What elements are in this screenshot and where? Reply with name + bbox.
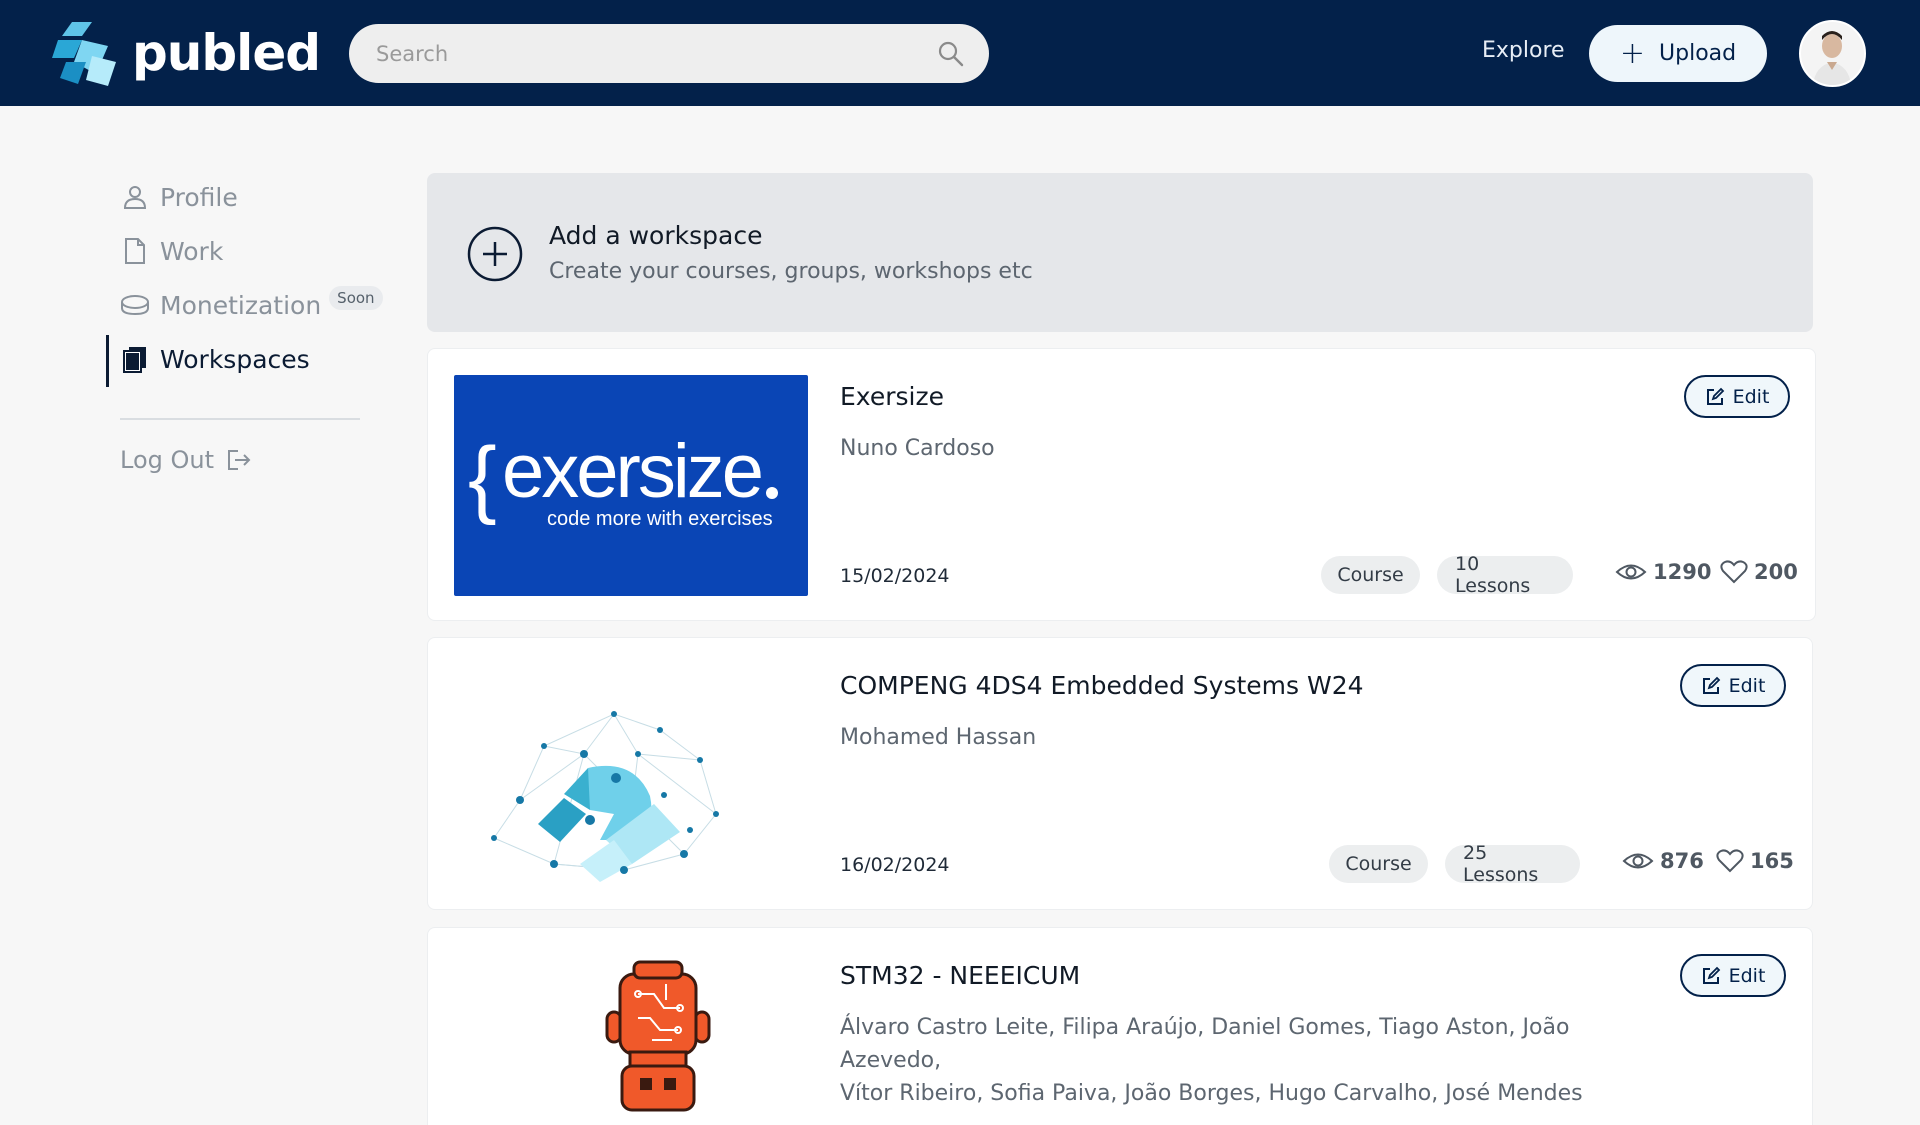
- coins-icon: [120, 290, 150, 320]
- document-icon: [120, 236, 150, 266]
- top-nav-bar: publed Explore + Upload: [0, 0, 1920, 106]
- user-avatar[interactable]: [1799, 20, 1866, 87]
- exersize-wordmark: exersize: [502, 429, 761, 514]
- views-count: 1290: [1615, 560, 1711, 584]
- edit-button-label: Edit: [1728, 964, 1766, 987]
- avatar-portrait-icon: [1801, 22, 1864, 85]
- type-badge: Course: [1329, 845, 1428, 883]
- edit-icon: [1702, 676, 1720, 694]
- author-line: Álvaro Castro Leite, Filipa Araújo, Dani…: [840, 1015, 1570, 1073]
- add-circle-icon: [467, 226, 523, 282]
- sidebar-divider: [120, 418, 360, 420]
- sidebar-item-workspaces[interactable]: Workspaces: [120, 344, 310, 374]
- views-count: 876: [1622, 849, 1704, 873]
- workspace-author: Mohamed Hassan: [840, 725, 1037, 750]
- workspace-author: Álvaro Castro Leite, Filipa Araújo, Dani…: [840, 1011, 1640, 1110]
- publed-logo[interactable]: publed: [52, 18, 321, 88]
- likes-value: 200: [1754, 560, 1798, 584]
- workspaces-icon: [120, 344, 150, 374]
- lessons-badge: 10 Lessons: [1437, 553, 1573, 597]
- likes-count[interactable]: 200: [1720, 560, 1798, 584]
- edit-button-label: Edit: [1728, 674, 1766, 697]
- workspace-title[interactable]: STM32 - NEEEICUM: [840, 961, 1080, 990]
- plus-icon: +: [1619, 35, 1646, 71]
- edit-icon: [1702, 966, 1720, 984]
- workspace-date: 15/02/2024: [840, 565, 950, 587]
- workspace-card[interactable]: COMPENG 4DS4 Embedded Systems W24 Mohame…: [427, 637, 1813, 910]
- active-indicator: [106, 335, 109, 387]
- logout-label: Log Out: [120, 446, 215, 474]
- workspace-author: Nuno Cardoso: [840, 436, 995, 461]
- workspace-card[interactable]: { exersize code more with exercises Exer…: [427, 348, 1816, 621]
- logout-icon: [228, 450, 251, 470]
- likes-count[interactable]: 165: [1716, 849, 1794, 873]
- explore-link[interactable]: Explore: [1482, 38, 1565, 63]
- robot-logo-icon: [605, 960, 711, 1112]
- network-logo-icon: [491, 711, 719, 882]
- workspace-date: 16/02/2024: [840, 854, 950, 876]
- sidebar-item-label: Workspaces: [160, 344, 310, 374]
- add-workspace-title: Add a workspace: [549, 221, 763, 250]
- search-icon[interactable]: [937, 40, 965, 68]
- edit-button[interactable]: Edit: [1684, 375, 1790, 418]
- author-line: Vítor Ribeiro, Sofia Paiva, João Borges,…: [840, 1081, 1583, 1106]
- edit-button[interactable]: Edit: [1680, 664, 1786, 707]
- svg-text:{: {: [468, 430, 497, 526]
- sidebar-item-label: Profile: [160, 182, 238, 212]
- stm32-thumbnail[interactable]: [454, 954, 808, 1125]
- type-badge: Course: [1321, 556, 1420, 594]
- likes-value: 165: [1750, 849, 1794, 873]
- workspace-title[interactable]: COMPENG 4DS4 Embedded Systems W24: [840, 671, 1364, 700]
- sidebar-item-work[interactable]: Work: [120, 236, 223, 266]
- eye-icon: [1622, 853, 1654, 869]
- lessons-badge: 25 Lessons: [1445, 842, 1580, 886]
- eye-icon: [1615, 564, 1647, 580]
- soon-badge: Soon: [329, 286, 383, 310]
- views-value: 876: [1660, 849, 1704, 873]
- upload-button[interactable]: + Upload: [1589, 25, 1767, 82]
- exersize-thumbnail[interactable]: { exersize code more with exercises: [454, 375, 808, 596]
- edit-button[interactable]: Edit: [1680, 954, 1786, 997]
- edit-button-label: Edit: [1732, 385, 1770, 408]
- user-icon: [120, 182, 150, 212]
- workspace-card[interactable]: STM32 - NEEEICUM Álvaro Castro Leite, Fi…: [427, 927, 1813, 1125]
- logout-button[interactable]: Log Out: [120, 446, 252, 474]
- sidebar-item-label: Monetization: [160, 290, 322, 320]
- exersize-logo-icon: { exersize code more with exercises: [468, 429, 778, 530]
- exersize-tagline: code more with exercises: [547, 508, 773, 530]
- sidebar-item-profile[interactable]: Profile: [120, 182, 238, 212]
- workspace-title[interactable]: Exersize: [840, 382, 944, 411]
- heart-icon: [1720, 560, 1748, 584]
- upload-button-label: Upload: [1659, 41, 1737, 66]
- publed-logo-mark-icon: [52, 22, 116, 86]
- compeng-thumbnail[interactable]: [454, 664, 808, 885]
- add-workspace-subtitle: Create your courses, groups, workshops e…: [549, 259, 1033, 284]
- brand-name: publed: [132, 24, 321, 82]
- edit-icon: [1706, 387, 1724, 405]
- heart-icon: [1716, 849, 1744, 873]
- add-workspace-card[interactable]: Add a workspace Create your courses, gro…: [427, 173, 1813, 332]
- search-input[interactable]: [376, 41, 937, 66]
- search-bar[interactable]: [349, 24, 989, 83]
- views-value: 1290: [1653, 560, 1712, 584]
- sidebar-item-monetization[interactable]: Monetization Soon: [120, 286, 383, 320]
- sidebar-item-label: Work: [160, 236, 224, 266]
